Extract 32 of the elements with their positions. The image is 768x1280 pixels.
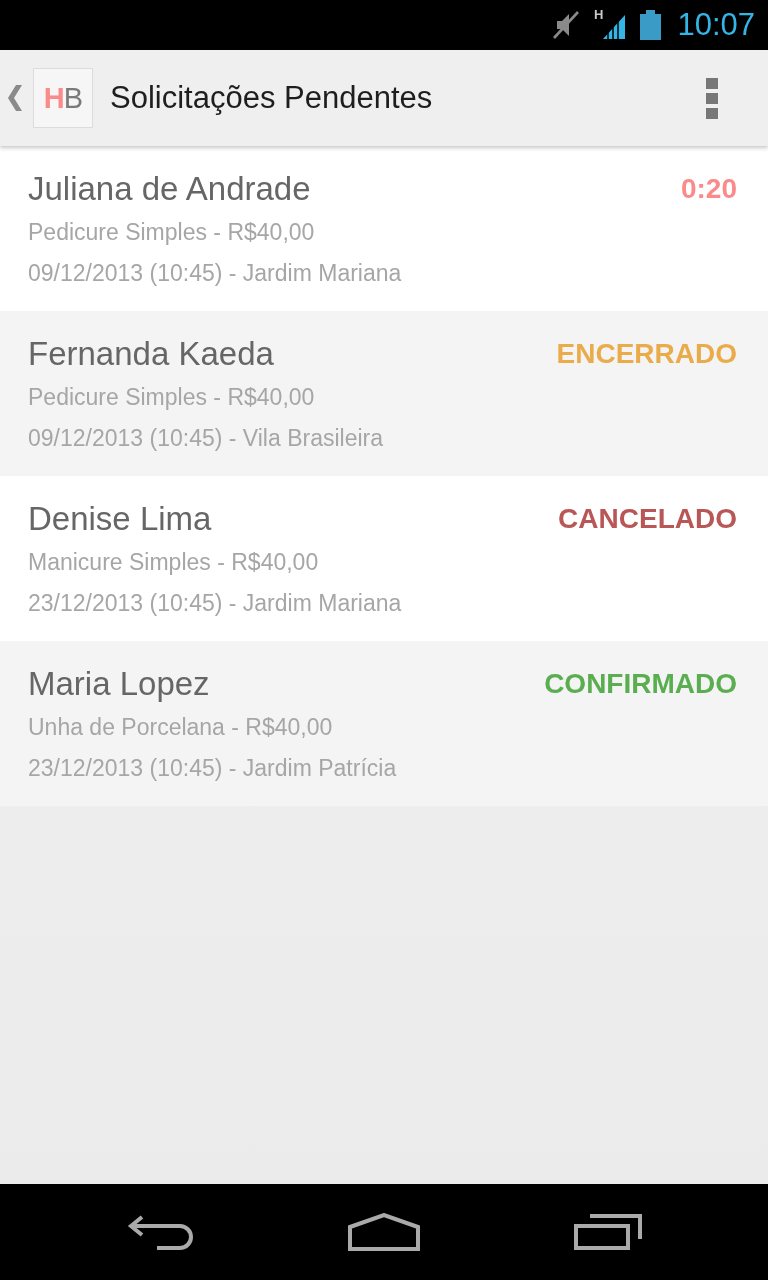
chevron-left-icon[interactable] xyxy=(8,85,22,111)
request-row[interactable]: Juliana de Andrade Pedicure Simples - R$40,00 09/12/2013 (10:45) - Jardim Mariana 0:20 xyxy=(0,146,768,311)
service-price: Pedicure Simples - R$40,00 xyxy=(28,383,315,412)
request-row[interactable]: Denise Lima Manicure Simples - R$40,00 23/12/2013 (10:45) - Jardim Mariana CANCELADO xyxy=(0,476,768,641)
request-row[interactable]: Fernanda Kaeda Pedicure Simples - R$40,00 09/12/2013 (10:45) - Vila Brasileira ENCERRADO xyxy=(0,311,768,476)
app-logo: HB xyxy=(33,68,93,128)
date-location: 09/12/2013 (10:45) - Vila Brasileira xyxy=(28,424,383,453)
network-type-label: H xyxy=(594,8,604,22)
request-status: CONFIRMADO xyxy=(544,667,737,701)
service-price: Manicure Simples - R$40,00 xyxy=(28,548,319,577)
date-location: 23/12/2013 (10:45) - Jardim Mariana xyxy=(28,589,402,618)
battery-icon xyxy=(640,10,662,40)
overflow-menu-icon[interactable] xyxy=(706,77,718,119)
date-location: 23/12/2013 (10:45) - Jardim Patrícia xyxy=(28,754,397,783)
clock-time: 10:07 xyxy=(677,7,755,43)
back-button[interactable] xyxy=(127,1214,193,1250)
client-name: Fernanda Kaeda xyxy=(28,334,274,374)
screen-title: Solicitações Pendentes xyxy=(110,79,434,117)
client-name: Denise Lima xyxy=(28,499,212,539)
client-name: Maria Lopez xyxy=(28,664,210,704)
request-status: CANCELADO xyxy=(558,502,737,536)
request-status: ENCERRADO xyxy=(556,337,737,371)
request-row[interactable]: Maria Lopez Unha de Porcelana - R$40,00 23/12/2013 (10:45) - Jardim Patrícia CONFIRMADO xyxy=(0,641,768,806)
date-location: 09/12/2013 (10:45) - Jardim Mariana xyxy=(28,259,402,288)
recent-apps-button[interactable] xyxy=(574,1214,642,1250)
signal-icon xyxy=(603,15,626,39)
service-price: Unha de Porcelana - R$40,00 xyxy=(28,713,333,742)
service-price: Pedicure Simples - R$40,00 xyxy=(28,218,315,247)
mute-icon xyxy=(553,10,580,40)
client-name: Juliana de Andrade xyxy=(28,169,311,209)
request-status: 0:20 xyxy=(680,172,737,206)
home-button[interactable] xyxy=(348,1213,420,1251)
